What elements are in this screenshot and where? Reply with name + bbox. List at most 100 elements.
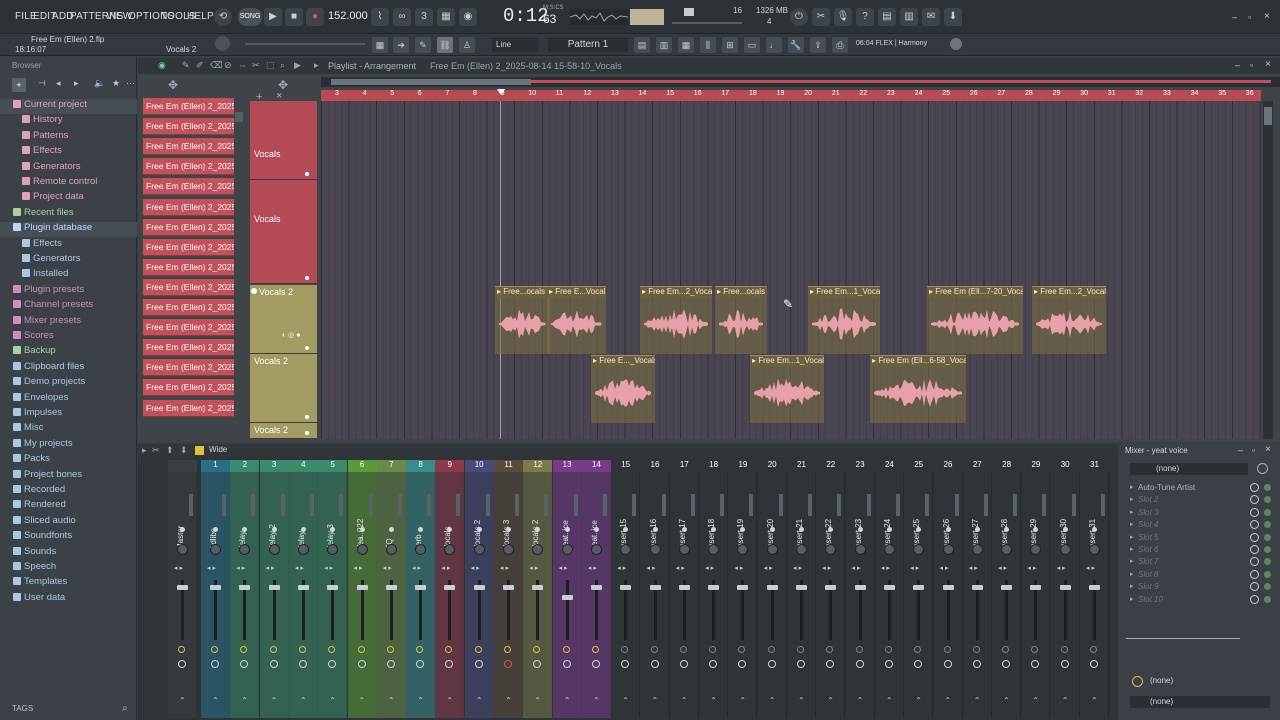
mixer-strip[interactable]: 3 delay 2 ◂ ▸ ⌃	[259, 460, 289, 718]
mixer-menu-icon[interactable]: ▸	[142, 445, 147, 456]
browser-item[interactable]: Sounds	[0, 546, 137, 561]
pattern-song-toggle-icon[interactable]: ⟲	[214, 8, 232, 26]
route-dot-icon[interactable]	[886, 527, 892, 532]
track-activity-dot-icon[interactable]	[305, 172, 309, 176]
volume-fader[interactable]	[1030, 585, 1042, 590]
pan-knob[interactable]	[210, 544, 221, 555]
fx-enable-icon[interactable]	[738, 646, 746, 653]
effect-slot[interactable]: ▸ Slot 5	[1128, 532, 1274, 544]
effect-slot[interactable]: ▸ Slot 2	[1128, 494, 1274, 506]
volume-fader[interactable]	[415, 585, 427, 590]
output-eq-icon[interactable]	[1132, 676, 1143, 687]
route-dot-icon[interactable]	[974, 527, 980, 532]
slot-enable-icon[interactable]	[1264, 595, 1271, 603]
fx-enable-icon[interactable]	[797, 646, 804, 653]
download-icon[interactable]: ⬇	[944, 8, 962, 26]
piano-roll-icon[interactable]: ▥	[656, 37, 672, 53]
microphone-icon[interactable]: 🎙	[834, 8, 852, 26]
stereo-separation-icon[interactable]: ◂ ▸	[236, 564, 245, 572]
mixer-strip[interactable]: 23 Insert 23 ◂ ▸ ⌃	[845, 460, 875, 718]
stereo-separation-icon[interactable]: ◂ ▸	[881, 564, 890, 572]
stereo-separation-icon[interactable]: ◂ ▸	[822, 564, 831, 572]
strip-name[interactable]: Insert 29	[1029, 490, 1041, 550]
browser-item[interactable]: Channel presets	[0, 299, 137, 314]
route-arrow-icon[interactable]: ⌃	[622, 696, 629, 705]
slot-enable-icon[interactable]	[1264, 583, 1271, 591]
pattern-item[interactable]: Free Em (Ellen) 2_2025-0...	[143, 218, 234, 236]
mixer-tools-icon[interactable]: ✂	[152, 445, 160, 456]
pan-knob[interactable]	[854, 544, 866, 555]
route-arrow-icon[interactable]: ⌃	[329, 696, 336, 705]
route-dot-icon[interactable]	[506, 527, 511, 532]
browser-icon[interactable]: ▭	[744, 37, 760, 53]
tempo-display[interactable]: 152.000	[328, 10, 368, 22]
stereo-separation-icon[interactable]: ◂ ▸	[705, 564, 714, 572]
track-settings-icon[interactable]	[251, 288, 257, 294]
stereo-separation-icon[interactable]: ◂ ▸	[295, 564, 304, 572]
route-dot-icon[interactable]	[593, 527, 599, 532]
fx-enable-icon[interactable]	[591, 646, 599, 653]
slot-mix-knob[interactable]	[1250, 582, 1259, 592]
audio-clip[interactable]: ▸ Free Em...2_Vocals	[1032, 286, 1106, 354]
track-header[interactable]	[250, 101, 317, 180]
pattern-item[interactable]: Free Em (Ellen) 2_2025-0...	[143, 339, 234, 357]
route-arrow-icon[interactable]: ⌃	[300, 696, 307, 705]
record-arm-icon[interactable]	[972, 660, 981, 668]
volume-fader[interactable]	[297, 585, 309, 590]
stereo-separation-icon[interactable]: ◂ ▸	[588, 564, 597, 572]
pan-knob[interactable]	[708, 544, 720, 555]
effect-slot[interactable]: ▸ Slot 3	[1128, 507, 1274, 519]
mp3-icon[interactable]: ⎙	[832, 37, 848, 53]
mixer-strip[interactable]: 4 delay ◂ ▸ ⌃	[288, 460, 318, 718]
volume-fader[interactable]	[737, 585, 749, 590]
route-arrow-icon[interactable]: ⌃	[359, 696, 366, 705]
route-dot-icon[interactable]	[769, 527, 775, 532]
stereo-separation-icon[interactable]: ◂ ▸	[441, 564, 450, 572]
route-dot-icon[interactable]	[1092, 527, 1097, 532]
record-arm-icon[interactable]	[797, 660, 805, 668]
scrollbar-thumb[interactable]	[331, 79, 531, 85]
browser-item[interactable]: Clipboard files	[0, 361, 137, 376]
route-dot-icon[interactable]	[300, 527, 306, 532]
stereo-separation-icon[interactable]: ◂ ▸	[734, 564, 743, 572]
strip-name[interactable]: Insert 23	[854, 490, 866, 550]
track-activity-dot-icon[interactable]	[305, 276, 309, 280]
strip-name[interactable]: Insert 21	[795, 490, 807, 550]
strip-name[interactable]: Insert 19	[736, 490, 748, 550]
picker-scroll-thumb[interactable]	[235, 112, 243, 122]
playlist-window-icon[interactable]: ▤	[634, 37, 650, 53]
route-arrow-icon[interactable]: ⌃	[798, 696, 805, 705]
pan-knob[interactable]	[268, 544, 280, 555]
mixer-strip[interactable]: 22 Insert 22 ◂ ▸ ⌃	[816, 460, 846, 718]
track-activity-dot-icon[interactable]	[305, 346, 309, 350]
strip-name[interactable]: Insert 18	[707, 490, 719, 550]
browser-item[interactable]: Rendered	[0, 499, 137, 514]
plugin-picker-icon[interactable]: ⊞	[722, 37, 738, 53]
stereo-separation-icon[interactable]: ◂ ▸	[471, 564, 480, 572]
playlist-options-icon[interactable]: ◉	[158, 60, 166, 71]
stereo-separation-icon[interactable]: ◂ ▸	[354, 564, 363, 572]
pan-knob[interactable]	[297, 544, 309, 555]
pan-knob[interactable]	[473, 544, 485, 555]
mixer-strip[interactable]: 14 yeat..ice ◂ ▸ ⌃	[581, 460, 611, 718]
strip-name[interactable]: EQ	[385, 490, 397, 550]
pan-knob[interactable]	[1001, 544, 1013, 555]
browser-item[interactable]: Misc	[0, 422, 137, 437]
stereo-separation-icon[interactable]: ◂ ▸	[207, 564, 216, 572]
volume-fader[interactable]	[678, 585, 690, 590]
volume-fader[interactable]	[708, 585, 720, 590]
volume-fader[interactable]	[1059, 585, 1071, 590]
paint-tool-icon[interactable]: ✐	[196, 60, 204, 71]
fx-enable-icon[interactable]	[855, 646, 863, 653]
audio-clip[interactable]: ▸ Free Em...1_Vocals	[808, 286, 880, 354]
arrow-icon[interactable]: ➔	[393, 37, 409, 53]
mixer-strip[interactable]: 25 Insert 25 ◂ ▸ ⌃	[904, 460, 934, 718]
pattern-item[interactable]: Free Em (Ellen) 2_2025-0...	[143, 379, 234, 397]
route-arrow-icon[interactable]: ⌃	[739, 696, 746, 705]
route-arrow-icon[interactable]: ⌃	[1091, 696, 1098, 705]
fx-enable-icon[interactable]	[1002, 646, 1010, 653]
browser-item[interactable]: Project bones	[0, 469, 137, 484]
pattern-item[interactable]: Free Em (Ellen) 2_2025-0...	[143, 98, 234, 115]
channel-rack-icon[interactable]: ▦	[678, 37, 694, 53]
mixer-download-icon[interactable]: ⬇	[180, 445, 188, 456]
